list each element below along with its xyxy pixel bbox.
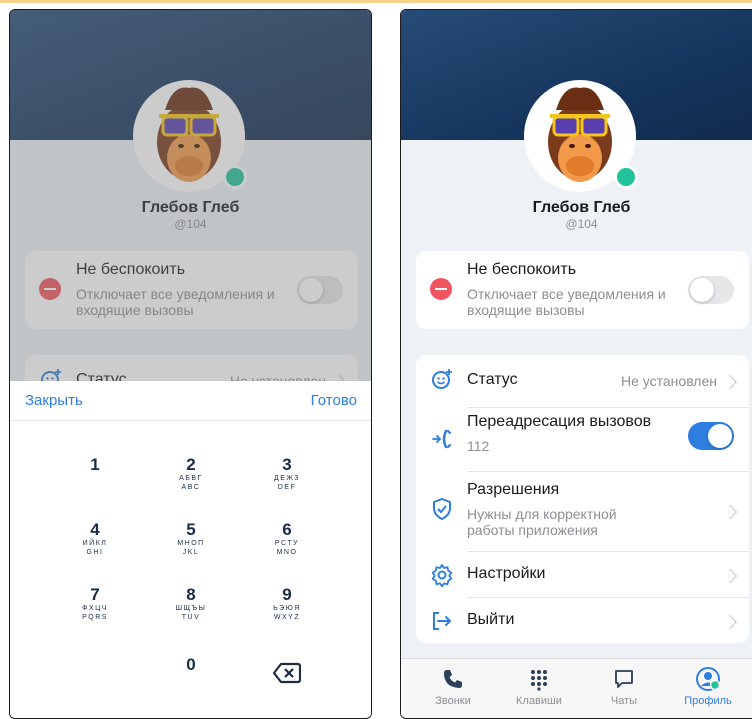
chevron-right-icon <box>722 504 738 520</box>
tab-keypad-label: Клавиши <box>516 695 562 707</box>
divider <box>467 407 749 408</box>
top-strip <box>0 0 752 3</box>
call-forwarding-number: 112 <box>467 438 490 454</box>
tab-chats-label: Чаты <box>610 695 638 707</box>
key-1[interactable]: 1 <box>47 456 143 506</box>
tab-bar: Звонки Клавиши Чаты Профиль <box>401 658 752 718</box>
left-screen: Глебов Глеб @104 Не беспокоить Отключает… <box>9 9 372 719</box>
key-digit: 2 <box>186 455 196 474</box>
permissions-subtitle: Нужны для корректной работы приложения <box>467 506 617 538</box>
key-letters-cyr: ЬЭЮЯ <box>273 605 301 612</box>
key-digit: 0 <box>186 655 196 674</box>
tab-chats[interactable]: Чаты <box>594 665 654 707</box>
menu-card: Статус Не установлен Переадресация вызов… <box>416 355 749 643</box>
chat-bubble-icon <box>594 665 654 693</box>
profile-handle: @104 <box>565 217 598 231</box>
key-letters-cyr: АБВГ <box>179 475 203 482</box>
divider <box>467 551 749 552</box>
key-digit: 9 <box>282 585 292 604</box>
profile-name: Глебов Глеб <box>532 199 631 216</box>
tab-profile-label: Профиль <box>684 695 732 707</box>
divider <box>467 597 749 598</box>
key-letters-cyr: ШЩЪЫ <box>175 605 207 612</box>
key-letters-lat: GHI <box>86 549 104 556</box>
call-forwarding-label: Переадресация вызовов <box>467 413 652 430</box>
dnd-card: Не беспокоить Отключает все уведомления … <box>416 251 749 329</box>
key-digit: 6 <box>282 520 292 539</box>
key-digit: 7 <box>90 585 100 604</box>
key-7[interactable]: 7 ФХЦЧ PQRS <box>47 586 143 636</box>
phone-icon <box>423 665 483 693</box>
key-letters-lat: ABC <box>181 484 201 491</box>
key-letters-cyr: ФХЦЧ <box>82 605 108 612</box>
menu-item-permissions[interactable]: Разрешения Нужны для корректной работы п… <box>416 475 749 549</box>
picker-toolbar: Закрыть Готово <box>10 381 371 421</box>
dim-overlay[interactable] <box>10 10 371 381</box>
key-letters-lat: JKL <box>182 549 200 556</box>
key-digit: 4 <box>90 520 100 539</box>
key-letters-cyr: ДЕЖЗ <box>273 475 301 482</box>
key-4[interactable]: 4 ИЙКЛ GHI <box>47 521 143 571</box>
key-digit: 8 <box>186 585 196 604</box>
dnd-subtitle: Отключает все уведомления и входящие выз… <box>467 286 666 318</box>
key-letters-lat: DEF <box>277 484 297 491</box>
tab-keypad[interactable]: Клавиши <box>509 665 569 707</box>
backspace-icon <box>272 662 302 684</box>
phone-forward-icon <box>428 425 456 453</box>
keypad-icon <box>509 665 569 693</box>
call-forwarding-toggle[interactable] <box>688 422 734 450</box>
chevron-right-icon <box>722 374 738 390</box>
key-letters-lat: TUV <box>181 614 201 621</box>
number-picker-sheet: Закрыть Готово 1 2 АБВГ ABC 3 ДЕЖЗ DEF 4 ИЙКЛ GHI… <box>10 381 371 718</box>
key-5[interactable]: 5 МНОП JKL <box>143 521 239 571</box>
key-letters-cyr: ИЙКЛ <box>82 540 108 547</box>
backspace-key[interactable] <box>239 656 335 706</box>
tab-calls[interactable]: Звонки <box>423 665 483 707</box>
dnd-title: Не беспокоить <box>467 261 577 278</box>
key-digit: 5 <box>186 520 196 539</box>
key-digit: 3 <box>282 455 292 474</box>
key-8[interactable]: 8 ШЩЪЫ TUV <box>143 586 239 636</box>
shield-check-icon <box>428 495 456 523</box>
key-letters-lat: MNO <box>276 549 298 556</box>
dnd-toggle[interactable] <box>688 276 734 304</box>
menu-item-call-forwarding[interactable]: Переадресация вызовов 112 <box>416 411 749 467</box>
key-0[interactable]: 0 <box>143 656 239 706</box>
divider <box>467 471 749 472</box>
key-digit: 1 <box>90 455 100 474</box>
key-2[interactable]: 2 АБВГ ABC <box>143 456 239 506</box>
right-screen: Глебов Глеб @104 Не беспокоить Отключает… <box>400 9 752 719</box>
key-6[interactable]: 6 РСТУ MNO <box>239 521 335 571</box>
online-status-dot <box>614 165 638 189</box>
smiley-plus-icon <box>428 365 456 393</box>
key-letters-cyr: РСТУ <box>274 540 300 547</box>
status-label: Статус <box>467 371 518 388</box>
profile-icon <box>678 665 738 693</box>
logout-label: Выйти <box>467 611 515 628</box>
permissions-label: Разрешения <box>467 481 560 498</box>
key-letters-cyr: МНОП <box>177 540 205 547</box>
settings-label: Настройки <box>467 565 546 582</box>
menu-item-status[interactable]: Статус Не установлен <box>416 363 749 403</box>
tab-profile[interactable]: Профиль <box>678 665 738 707</box>
key-9[interactable]: 9 ЬЭЮЯ WXYZ <box>239 586 335 636</box>
chevron-right-icon <box>722 614 738 630</box>
gear-icon <box>428 561 456 589</box>
close-button[interactable]: Закрыть <box>25 392 83 409</box>
tab-calls-label: Звонки <box>435 695 471 707</box>
status-value: Не установлен <box>621 373 717 389</box>
chevron-right-icon <box>722 568 738 584</box>
menu-item-logout[interactable]: Выйти <box>416 601 749 641</box>
key-letters-lat: PQRS <box>82 614 108 621</box>
logout-icon <box>428 607 456 635</box>
minus-circle-icon <box>430 278 452 300</box>
key-3[interactable]: 3 ДЕЖЗ DEF <box>239 456 335 506</box>
key-letters-lat: WXYZ <box>273 614 301 621</box>
menu-item-settings[interactable]: Настройки <box>416 555 749 595</box>
done-button[interactable]: Готово <box>311 392 357 409</box>
